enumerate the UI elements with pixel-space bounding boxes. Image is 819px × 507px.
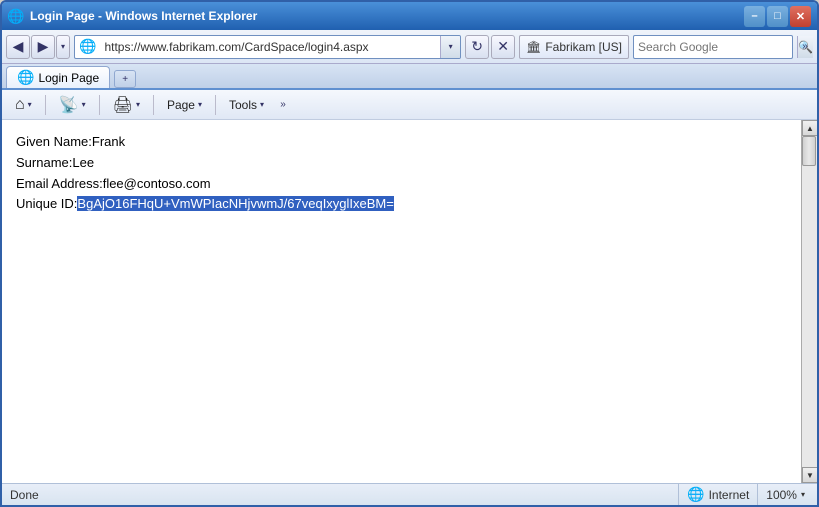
- back-forward-dropdown[interactable]: ▾: [56, 35, 70, 59]
- scroll-track[interactable]: [802, 136, 817, 467]
- forward-button[interactable]: ▶: [31, 35, 55, 59]
- home-dropdown-icon: ▾: [28, 100, 32, 109]
- browser-icon: 🌐: [8, 8, 24, 24]
- page-label: Page: [167, 98, 195, 112]
- feed-icon: 📡: [59, 95, 79, 115]
- vertical-scrollbar[interactable]: ▲ ▼: [801, 120, 817, 483]
- unique-id-value: BgAjO16FHqU+VmWPIacNHjvwmJ/67veqIxyglIxe…: [77, 196, 393, 211]
- zone-panel: 🌐 Internet: [678, 484, 757, 505]
- status-text: Done: [6, 488, 678, 502]
- refresh-button[interactable]: ↻: [465, 35, 489, 59]
- tab-label: Login Page: [38, 71, 99, 85]
- site-badge[interactable]: 🏛 Fabrikam [US]: [519, 35, 629, 59]
- nav-bar: ◀ ▶ ▾ 🌐 https://www.fabrikam.com/CardSpa…: [2, 30, 817, 64]
- site-badge-icon: 🏛: [526, 40, 541, 54]
- given-name-label: Given Name:: [16, 134, 92, 149]
- scroll-thumb[interactable]: [802, 136, 816, 166]
- given-name-line: Given Name:Frank: [16, 132, 787, 153]
- title-bar: 🌐 Login Page - Windows Internet Explorer…: [2, 2, 817, 30]
- zoom-label: 100%: [766, 488, 797, 502]
- back-button[interactable]: ◀: [6, 35, 30, 59]
- home-button[interactable]: ⌂ ▾: [8, 93, 39, 117]
- email-line: Email Address:flee@contoso.com: [16, 174, 787, 195]
- content-area: Given Name:Frank Surname:Lee Email Addre…: [2, 120, 801, 483]
- zoom-dropdown-icon: ▾: [801, 490, 805, 499]
- address-icon: 🌐: [75, 38, 100, 55]
- site-badge-text: Fabrikam [US]: [545, 40, 622, 54]
- home-icon: ⌂: [15, 96, 25, 114]
- address-bar[interactable]: 🌐 https://www.fabrikam.com/CardSpace/log…: [74, 35, 461, 59]
- unique-id-line: Unique ID:BgAjO16FHqU+VmWPIacNHjvwmJ/67v…: [16, 194, 787, 215]
- zone-icon: 🌐: [687, 486, 704, 503]
- maximize-button[interactable]: □: [767, 6, 788, 27]
- surname-value: Lee: [72, 155, 94, 170]
- title-bar-buttons: – □ ✕: [744, 6, 811, 27]
- title-bar-text: Login Page - Windows Internet Explorer: [30, 9, 744, 23]
- unique-id-label: Unique ID:: [16, 196, 77, 211]
- zoom-panel[interactable]: 100% ▾: [757, 484, 813, 505]
- surname-label: Surname:: [16, 155, 72, 170]
- refresh-stop-group: ↻ ✕: [465, 35, 515, 59]
- print-dropdown-icon: ▾: [136, 100, 140, 109]
- scroll-up-button[interactable]: ▲: [802, 120, 817, 136]
- feed-dropdown-icon: ▾: [82, 100, 86, 109]
- tools-dropdown-icon: ▾: [260, 100, 264, 109]
- tab-login-page[interactable]: 🌐 Login Page: [6, 66, 110, 88]
- search-bar: 🔍: [633, 35, 793, 59]
- page-button[interactable]: Page ▾: [160, 93, 209, 117]
- tools-label: Tools: [229, 98, 257, 112]
- scroll-down-button[interactable]: ▼: [802, 467, 817, 483]
- tools-button[interactable]: Tools ▾: [222, 93, 271, 117]
- nav-extra[interactable]: »: [797, 41, 813, 52]
- status-bar: Done 🌐 Internet 100% ▾: [2, 483, 817, 505]
- feed-button[interactable]: 📡 ▾: [52, 93, 93, 117]
- address-dropdown[interactable]: ▾: [440, 36, 460, 58]
- print-icon: 🖨: [113, 95, 133, 115]
- email-value: flee@contoso.com: [103, 176, 211, 191]
- toolbar-separator-4: [215, 95, 216, 115]
- toolbar-extra[interactable]: »: [275, 99, 291, 110]
- content-wrapper: Given Name:Frank Surname:Lee Email Addre…: [2, 120, 817, 483]
- search-input[interactable]: [634, 38, 797, 56]
- tab-icon: 🌐: [17, 69, 34, 86]
- surname-line: Surname:Lee: [16, 153, 787, 174]
- browser-window: 🌐 Login Page - Windows Internet Explorer…: [0, 0, 819, 507]
- back-forward-group: ◀ ▶ ▾: [6, 35, 70, 59]
- tab-bar: 🌐 Login Page +: [2, 64, 817, 90]
- email-label: Email Address:: [16, 176, 103, 191]
- minimize-button[interactable]: –: [744, 6, 765, 27]
- close-button[interactable]: ✕: [790, 6, 811, 27]
- toolbar-separator-2: [99, 95, 100, 115]
- toolbar-separator-3: [153, 95, 154, 115]
- page-dropdown-icon: ▾: [198, 100, 202, 109]
- stop-button[interactable]: ✕: [491, 35, 515, 59]
- toolbar-separator-1: [45, 95, 46, 115]
- toolbar: ⌂ ▾ 📡 ▾ 🖨 ▾ Page ▾ Tools ▾ »: [2, 90, 817, 120]
- address-text: https://www.fabrikam.com/CardSpace/login…: [100, 38, 440, 56]
- zone-label: Internet: [709, 488, 750, 502]
- new-tab-button[interactable]: +: [114, 70, 136, 88]
- given-name-value: Frank: [92, 134, 125, 149]
- print-button[interactable]: 🖨 ▾: [106, 93, 147, 117]
